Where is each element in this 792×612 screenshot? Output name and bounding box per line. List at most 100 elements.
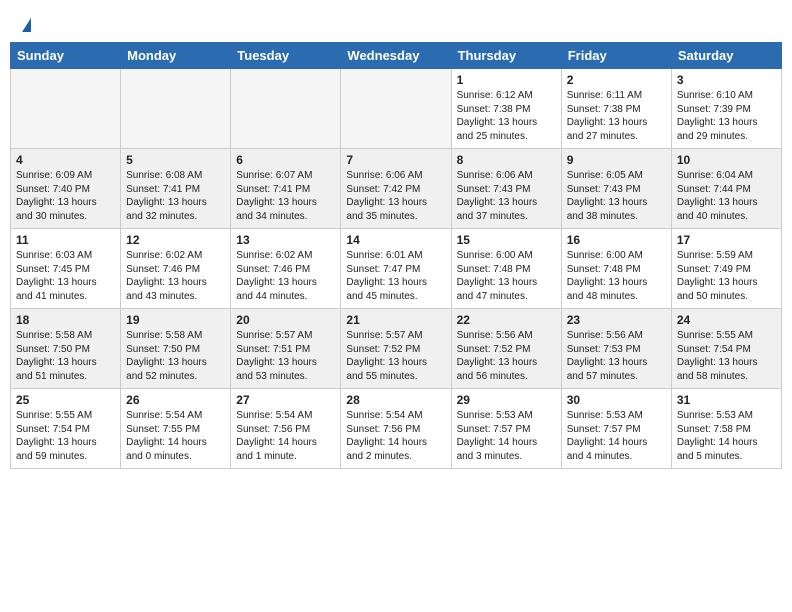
cell-info-line: Sunrise: 5:56 AM	[567, 329, 666, 343]
calendar-cell: 31Sunrise: 5:53 AMSunset: 7:58 PMDayligh…	[671, 389, 781, 469]
cell-info-line: Sunrise: 5:57 AM	[236, 329, 335, 343]
day-number: 9	[567, 153, 666, 167]
cell-info-line: Sunset: 7:56 PM	[236, 423, 335, 437]
day-number: 20	[236, 313, 335, 327]
cell-info-line: Sunset: 7:52 PM	[346, 343, 445, 357]
calendar-cell: 22Sunrise: 5:56 AMSunset: 7:52 PMDayligh…	[451, 309, 561, 389]
day-number: 19	[126, 313, 225, 327]
cell-info-line: Sunrise: 6:06 AM	[346, 169, 445, 183]
calendar-cell: 3Sunrise: 6:10 AMSunset: 7:39 PMDaylight…	[671, 69, 781, 149]
cell-info-line: Daylight: 13 hours and 32 minutes.	[126, 196, 225, 223]
cell-info-line: Sunrise: 6:11 AM	[567, 89, 666, 103]
cell-info-line: Daylight: 13 hours and 30 minutes.	[16, 196, 115, 223]
day-number: 2	[567, 73, 666, 87]
cell-info-line: Daylight: 13 hours and 37 minutes.	[457, 196, 556, 223]
day-number: 7	[346, 153, 445, 167]
cell-info-line: Sunrise: 5:53 AM	[457, 409, 556, 423]
cell-info-line: Daylight: 13 hours and 59 minutes.	[16, 436, 115, 463]
cell-info-line: Sunset: 7:51 PM	[236, 343, 335, 357]
cell-info-line: Daylight: 13 hours and 58 minutes.	[677, 356, 776, 383]
day-number: 6	[236, 153, 335, 167]
cell-info-line: Sunset: 7:56 PM	[346, 423, 445, 437]
calendar-week-row: 18Sunrise: 5:58 AMSunset: 7:50 PMDayligh…	[11, 309, 782, 389]
day-number: 3	[677, 73, 776, 87]
cell-info-line: Daylight: 13 hours and 34 minutes.	[236, 196, 335, 223]
cell-info-line: Daylight: 14 hours and 4 minutes.	[567, 436, 666, 463]
calendar-cell: 8Sunrise: 6:06 AMSunset: 7:43 PMDaylight…	[451, 149, 561, 229]
calendar-week-row: 4Sunrise: 6:09 AMSunset: 7:40 PMDaylight…	[11, 149, 782, 229]
calendar-cell: 14Sunrise: 6:01 AMSunset: 7:47 PMDayligh…	[341, 229, 451, 309]
day-number: 1	[457, 73, 556, 87]
cell-info-line: Sunset: 7:52 PM	[457, 343, 556, 357]
calendar-cell: 17Sunrise: 5:59 AMSunset: 7:49 PMDayligh…	[671, 229, 781, 309]
cell-info-line: Sunrise: 5:53 AM	[567, 409, 666, 423]
day-header-friday: Friday	[561, 43, 671, 69]
cell-info-line: Sunrise: 6:09 AM	[16, 169, 115, 183]
cell-info-line: Daylight: 14 hours and 1 minute.	[236, 436, 335, 463]
calendar-header-row: SundayMondayTuesdayWednesdayThursdayFrid…	[11, 43, 782, 69]
cell-info-line: Daylight: 14 hours and 0 minutes.	[126, 436, 225, 463]
calendar-cell: 30 Sunrise: 5:53 AMSunset: 7:57 PMDayligh…	[561, 389, 671, 469]
calendar-cell: 6Sunrise: 6:07 AMSunset: 7:41 PMDaylight…	[231, 149, 341, 229]
cell-info-line: Sunset: 7:41 PM	[236, 183, 335, 197]
day-number: 30	[567, 393, 666, 407]
cell-info-line: Sunset: 7:45 PM	[16, 263, 115, 277]
calendar-cell: 26Sunrise: 5:54 AMSunset: 7:55 PMDayligh…	[121, 389, 231, 469]
cell-info-line: Sunrise: 5:54 AM	[236, 409, 335, 423]
calendar-cell: 13Sunrise: 6:02 AMSunset: 7:46 PMDayligh…	[231, 229, 341, 309]
cell-info-line: Sunrise: 6:02 AM	[126, 249, 225, 263]
calendar-cell: 29Sunrise: 5:53 AMSunset: 7:57 PMDayligh…	[451, 389, 561, 469]
cell-info-line: Sunrise: 5:59 AM	[677, 249, 776, 263]
cell-info-line: Sunrise: 6:04 AM	[677, 169, 776, 183]
cell-info-line: Daylight: 13 hours and 40 minutes.	[677, 196, 776, 223]
cell-info-line: Sunrise: 6:02 AM	[236, 249, 335, 263]
cell-info-line: Daylight: 13 hours and 48 minutes.	[567, 276, 666, 303]
calendar-week-row: 25Sunrise: 5:55 AMSunset: 7:54 PMDayligh…	[11, 389, 782, 469]
calendar-cell: 11Sunrise: 6:03 AMSunset: 7:45 PMDayligh…	[11, 229, 121, 309]
cell-info-line: Daylight: 13 hours and 50 minutes.	[677, 276, 776, 303]
cell-info-line: Sunrise: 6:00 AM	[457, 249, 556, 263]
day-number: 15	[457, 233, 556, 247]
day-number: 31	[677, 393, 776, 407]
day-number: 10	[677, 153, 776, 167]
cell-info-line: Sunset: 7:42 PM	[346, 183, 445, 197]
day-number: 8	[457, 153, 556, 167]
day-number: 18	[16, 313, 115, 327]
cell-info-line: Sunrise: 5:55 AM	[677, 329, 776, 343]
day-number: 29	[457, 393, 556, 407]
cell-info-line: Sunset: 7:57 PM	[457, 423, 556, 437]
day-header-saturday: Saturday	[671, 43, 781, 69]
cell-info-line: Sunset: 7:46 PM	[126, 263, 225, 277]
cell-info-line: Sunset: 7:44 PM	[677, 183, 776, 197]
cell-info-line: Sunset: 7:41 PM	[126, 183, 225, 197]
day-header-tuesday: Tuesday	[231, 43, 341, 69]
cell-info-line: Daylight: 13 hours and 47 minutes.	[457, 276, 556, 303]
calendar-cell: 7Sunrise: 6:06 AMSunset: 7:42 PMDaylight…	[341, 149, 451, 229]
cell-info-line: Sunset: 7:47 PM	[346, 263, 445, 277]
cell-info-line: Sunset: 7:50 PM	[126, 343, 225, 357]
calendar-cell: 9Sunrise: 6:05 AMSunset: 7:43 PMDaylight…	[561, 149, 671, 229]
day-number: 14	[346, 233, 445, 247]
cell-info-line: Sunrise: 6:05 AM	[567, 169, 666, 183]
cell-info-line: Sunrise: 6:06 AM	[457, 169, 556, 183]
calendar-cell: 20Sunrise: 5:57 AMSunset: 7:51 PMDayligh…	[231, 309, 341, 389]
calendar-cell: 12Sunrise: 6:02 AMSunset: 7:46 PMDayligh…	[121, 229, 231, 309]
cell-info-line: Sunset: 7:55 PM	[126, 423, 225, 437]
calendar-cell: 15Sunrise: 6:00 AMSunset: 7:48 PMDayligh…	[451, 229, 561, 309]
calendar-cell: 18Sunrise: 5:58 AMSunset: 7:50 PMDayligh…	[11, 309, 121, 389]
calendar-cell: 19Sunrise: 5:58 AMSunset: 7:50 PMDayligh…	[121, 309, 231, 389]
cell-info-line: Sunrise: 5:57 AM	[346, 329, 445, 343]
cell-info-line: Sunrise: 6:10 AM	[677, 89, 776, 103]
cell-info-line: Sunset: 7:50 PM	[16, 343, 115, 357]
cell-info-line: Daylight: 13 hours and 27 minutes.	[567, 116, 666, 143]
calendar-cell: 21Sunrise: 5:57 AMSunset: 7:52 PMDayligh…	[341, 309, 451, 389]
cell-info-line: Sunset: 7:57 PM	[567, 423, 666, 437]
calendar-cell: 28Sunrise: 5:54 AMSunset: 7:56 PMDayligh…	[341, 389, 451, 469]
calendar-cell	[121, 69, 231, 149]
cell-info-line: Sunrise: 5:54 AM	[346, 409, 445, 423]
day-number: 24	[677, 313, 776, 327]
day-number: 28	[346, 393, 445, 407]
cell-info-line: Daylight: 13 hours and 38 minutes.	[567, 196, 666, 223]
cell-info-line: Daylight: 13 hours and 44 minutes.	[236, 276, 335, 303]
cell-info-line: Sunrise: 5:55 AM	[16, 409, 115, 423]
